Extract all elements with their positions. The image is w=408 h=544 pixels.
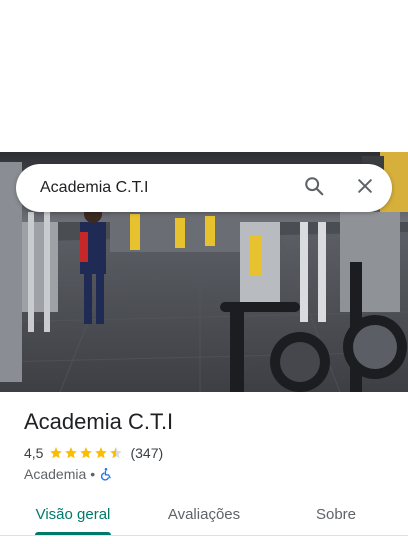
tabs-divider [0,535,408,536]
category-row: Academia • [24,464,113,484]
separator: • [90,466,96,482]
search-bar[interactable]: Academia C.T.I [16,164,392,212]
star-icon [50,447,63,459]
rating-value: 4,5 [24,445,44,461]
search-input[interactable]: Academia C.T.I [40,178,148,198]
place-tabs: Visão geral Avaliações Sobre [0,496,408,536]
close-icon [355,176,375,201]
place-category: Academia [24,466,87,482]
maps-place-screen: Academia C.T.I Academia C.T.I 4,5 (347) … [0,0,408,544]
star-icon [80,447,93,459]
tab-about[interactable]: Sobre [296,496,376,532]
star-half-icon [110,447,123,459]
search-button[interactable] [298,172,330,204]
tab-reviews[interactable]: Avaliações [155,496,253,532]
search-icon [303,175,325,202]
place-title: Academia C.T.I [24,409,174,434]
review-count[interactable]: (347) [130,445,163,461]
rating-stars [49,446,124,460]
rating-row[interactable]: 4,5 (347) [24,443,163,463]
star-icon [65,447,78,459]
wheelchair-icon [99,467,113,481]
tab-overview[interactable]: Visão geral [24,496,122,532]
close-button[interactable] [349,172,381,204]
star-icon [95,447,108,459]
